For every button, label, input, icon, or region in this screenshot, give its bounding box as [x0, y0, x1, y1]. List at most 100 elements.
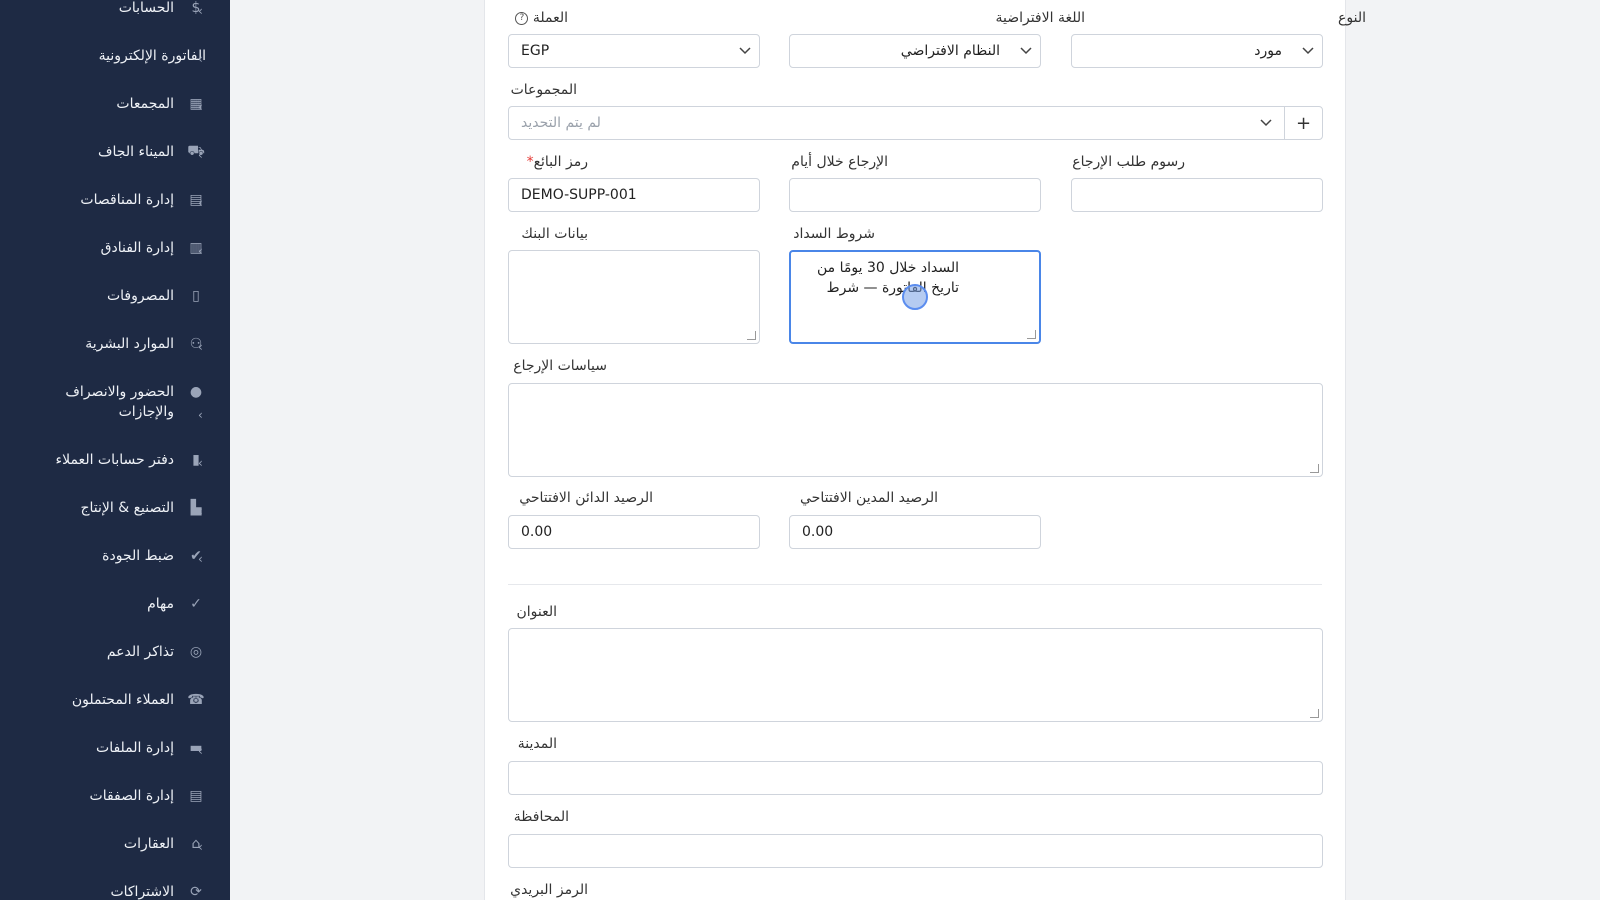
sidebar-item[interactable]: ▤ إدارة الصفقات [0, 786, 230, 806]
truck-icon: ⛟ [187, 143, 205, 159]
sidebar-item-label: الفاتورة الإلكترونية [98, 48, 206, 64]
sidebar-item-label: الحضور والانصراف والإجازات [65, 384, 174, 420]
sidebar-item-label: الميناء الجاف [98, 144, 174, 160]
sidebar-item[interactable]: ▤ إدارة المناقصات ‹ [0, 190, 230, 210]
sidebar-item[interactable]: ✓ مهام [0, 594, 230, 614]
sidebar-item[interactable]: الفاتورة الإلكترونية ‹ [0, 46, 230, 66]
mouse-cursor-indicator [902, 284, 928, 310]
vendor-code-label: رمز البائع [533, 154, 588, 170]
sidebar-item[interactable]: ▦ المجمعات ‹ [0, 94, 230, 114]
chevron-left-icon: ‹ [198, 196, 203, 210]
sidebar-item-label: الموارد البشرية [85, 336, 174, 352]
chevron-down-icon [1260, 115, 1272, 131]
sidebar-item[interactable]: ⛟ الميناء الجاف ‹ [0, 142, 230, 162]
sidebar-item[interactable]: ⟳ الاشتراكات [0, 882, 230, 900]
sidebar-item-label: مهام [147, 596, 174, 612]
opening-debit-balance-input[interactable]: 0.00 [789, 515, 1041, 549]
list-icon: ▤ [189, 788, 203, 804]
buildings-icon: ▦ [189, 96, 203, 112]
sidebar: $ الحسابات ‹ الفاتورة الإلكترونية ‹ ▦ المجمعات… [0, 0, 230, 900]
opening-credit-balance-value: 0.00 [521, 524, 553, 540]
document-icon: ▤ [189, 192, 203, 208]
sidebar-item[interactable]: ▯ المصروفات [0, 286, 230, 306]
sidebar-item[interactable]: $ الحسابات ‹ [0, 0, 230, 18]
bank-details-label: بيانات البنك [521, 226, 588, 242]
chevron-left-icon: ‹ [198, 456, 203, 470]
city-label: المدينة [517, 736, 557, 752]
return-policies-textarea[interactable] [508, 383, 1323, 477]
return-request-fee-input[interactable] [1071, 178, 1323, 212]
sidebar-item-label: إدارة الملفات [96, 740, 174, 756]
groups-label: المجموعات [510, 82, 577, 98]
sidebar-item[interactable]: ⌂ العقارات ‹ [0, 834, 230, 854]
type-value: مورد [1254, 43, 1282, 59]
default-language-label: اللغة الافتراضية [995, 10, 1085, 26]
section-divider [508, 584, 1322, 585]
groups-select[interactable]: لم يتم التحديد + [508, 106, 1323, 140]
refresh-icon: ⟳ [190, 884, 202, 900]
sidebar-item[interactable]: ▮ دفتر حسابات العملاء ‹ [0, 450, 230, 470]
sidebar-item-label: إدارة الصفقات [89, 788, 174, 804]
sidebar-item-label: المجمعات [116, 96, 174, 112]
sidebar-item[interactable]: ✔ ضبط الجودة ‹ [0, 546, 230, 566]
chevron-left-icon: ‹ [198, 148, 203, 162]
chevron-left-icon: ‹ [198, 52, 203, 66]
phone-icon: ☎ [187, 692, 205, 708]
vendor-code-input[interactable]: DEMO-SUPP-001 [508, 178, 760, 212]
chevron-down-icon [731, 44, 759, 58]
chevron-left-icon: ‹ [198, 244, 203, 258]
address-textarea[interactable] [508, 628, 1323, 722]
sidebar-item-label: الاشتراكات [110, 884, 174, 900]
opening-debit-balance-value: 0.00 [802, 524, 834, 540]
dollar-icon: $ [191, 0, 201, 16]
receipt-icon: ▯ [192, 288, 200, 304]
chevron-left-icon: ‹ [198, 840, 203, 854]
currency-label: العملة [532, 10, 568, 26]
help-circle-icon[interactable]: ? [515, 11, 529, 25]
groups-field[interactable]: لم يتم التحديد [509, 115, 1284, 131]
user-circle-icon: ● [189, 384, 203, 400]
groups-placeholder: لم يتم التحديد [521, 115, 601, 131]
address-label: العنوان [516, 604, 557, 620]
opening-debit-balance-label: الرصيد المدين الافتتاحي [800, 490, 938, 506]
chevron-left-icon: ‹ [198, 552, 203, 566]
bookmark-icon: ▮ [192, 452, 200, 468]
sidebar-item[interactable]: ▥ إدارة الفنادق ‹ [0, 238, 230, 258]
city-input[interactable] [508, 761, 1323, 795]
sidebar-item-label: ضبط الجودة [102, 548, 174, 564]
vendor-code-value: DEMO-SUPP-001 [521, 187, 637, 203]
currency-select[interactable]: EGP [508, 34, 760, 68]
chevron-left-icon: ‹ [198, 504, 203, 518]
return-within-days-input[interactable] [789, 178, 1041, 212]
default-language-value: النظام الافتراضي [900, 43, 1000, 59]
lifebuoy-icon: ◎ [189, 644, 203, 660]
return-within-days-label: الإرجاع خلال أيام [791, 154, 888, 170]
payment-terms-label: شروط السداد [793, 226, 875, 242]
governorate-input[interactable] [508, 834, 1323, 868]
sidebar-item-label: دفتر حسابات العملاء [55, 452, 174, 468]
hotel-icon: ▥ [189, 240, 203, 256]
type-select[interactable]: مورد [1071, 34, 1323, 68]
sidebar-item[interactable]: ● الحضور والانصراف والإجازات ‹ [0, 382, 230, 422]
chevron-left-icon: ‹ [198, 340, 203, 354]
bank-details-textarea[interactable] [508, 250, 760, 344]
sidebar-item-label: العملاء المحتملون [71, 692, 174, 708]
tasks-icon: ✓ [190, 596, 202, 612]
opening-credit-balance-input[interactable]: 0.00 [508, 515, 760, 549]
sidebar-item[interactable]: ☎ العملاء المحتملون [0, 690, 230, 710]
sidebar-item[interactable]: ▬ إدارة الملفات ‹ [0, 738, 230, 758]
sidebar-item[interactable]: ◎ تذاكر الدعم [0, 642, 230, 662]
sidebar-item[interactable]: ⚇ الموارد البشرية ‹ [0, 334, 230, 354]
chevron-down-icon [1012, 44, 1040, 58]
vendor-code-label-wrap: رمز البائع* [388, 154, 588, 170]
factory-icon: ▙ [190, 500, 202, 516]
postal-code-label: الرمز البريدي [510, 882, 588, 898]
sidebar-item-label: إدارة الفنادق [100, 240, 174, 256]
currency-label-wrap: العملة ? [488, 10, 568, 26]
add-group-button[interactable]: + [1284, 107, 1322, 139]
sidebar-item-label: الحسابات [118, 0, 174, 16]
sidebar-item[interactable]: ▙ التصنيع & الإنتاج ‹ [0, 498, 230, 518]
default-language-select[interactable]: النظام الافتراضي [789, 34, 1041, 68]
sidebar-item-label: التصنيع & الإنتاج [80, 500, 174, 516]
payment-terms-text: السداد خلال 30 يومًا من تاريخ الفاتورة —… [817, 260, 959, 296]
